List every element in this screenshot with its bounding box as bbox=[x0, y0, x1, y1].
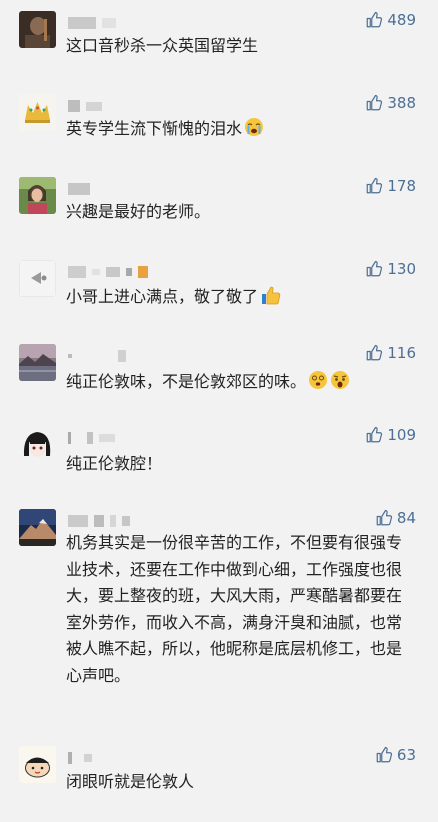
thumbs-up-icon bbox=[367, 94, 383, 111]
crying-emoji-icon bbox=[245, 118, 264, 136]
comment-text: 纯正伦敦味，不是伦敦郊区的味。 bbox=[66, 372, 307, 391]
thumbs-up-icon bbox=[376, 746, 393, 763]
nickname-blurred bbox=[68, 99, 102, 113]
like-button[interactable]: 63 bbox=[375, 746, 416, 764]
comment-text: 纯正伦敦腔！ bbox=[66, 454, 163, 473]
dizzy-face-emoji-icon bbox=[309, 371, 328, 389]
comment-item: 388 英专学生流下惭愧的泪水 bbox=[0, 94, 438, 164]
comment-item: 178 兴趣是最好的老师。 bbox=[0, 177, 438, 247]
like-button[interactable]: 178 bbox=[365, 177, 416, 195]
comment-item: 63 闭眼听就是伦敦人 bbox=[0, 746, 438, 816]
comment-text: 闭眼听就是伦敦人 bbox=[66, 772, 195, 791]
comment-text: 兴趣是最好的老师。 bbox=[66, 202, 211, 221]
like-button[interactable]: 489 bbox=[365, 11, 416, 29]
thumbs-up-icon bbox=[367, 426, 383, 443]
avatar[interactable] bbox=[19, 344, 56, 381]
comment-item: 130 小哥上进心满点，敬了敬了 bbox=[0, 260, 438, 330]
avatar[interactable] bbox=[19, 746, 56, 783]
nickname-blurred bbox=[68, 265, 148, 279]
avatar[interactable] bbox=[19, 260, 56, 297]
thumbs-up-icon bbox=[367, 344, 383, 361]
avatar[interactable] bbox=[19, 509, 56, 546]
comment-text-row: 小哥上进心满点，敬了敬了 bbox=[66, 283, 418, 310]
comment-item: 84 机务其实是一份很辛苦的工作，不但要有很强专业技术，还要在工作中做到心细，工… bbox=[0, 509, 438, 724]
thumbs-up-emoji-icon bbox=[262, 286, 281, 305]
like-count: 388 bbox=[387, 94, 416, 112]
thumbs-up-icon bbox=[376, 509, 393, 526]
avatar[interactable] bbox=[19, 11, 56, 48]
nickname-blurred bbox=[68, 182, 90, 196]
like-count: 130 bbox=[387, 260, 416, 278]
like-button[interactable]: 388 bbox=[365, 94, 416, 112]
nickname-blurred bbox=[68, 16, 116, 30]
comment-text: 机务其实是一份很辛苦的工作，不但要有很强专业技术，还要在工作中做到心细，工作强度… bbox=[66, 533, 403, 685]
like-button[interactable]: 109 bbox=[365, 426, 416, 444]
avatar[interactable] bbox=[19, 94, 56, 131]
like-count: 489 bbox=[387, 11, 416, 29]
comment-feed: 489 这口音秒杀一众英国留学生 388 英专学生流下惭愧的泪水 178 兴趣是… bbox=[0, 0, 438, 822]
comment-item: 489 这口音秒杀一众英国留学生 bbox=[0, 11, 438, 81]
comment-text-row: 英专学生流下惭愧的泪水 bbox=[66, 115, 418, 142]
like-button[interactable]: 84 bbox=[375, 509, 416, 527]
comment-text: 英专学生流下惭愧的泪水 bbox=[66, 119, 243, 138]
thumbs-up-icon bbox=[367, 177, 383, 194]
comment-item: 109 纯正伦敦腔！ bbox=[0, 426, 438, 496]
comment-text-row: 纯正伦敦味，不是伦敦郊区的味。 bbox=[66, 368, 418, 395]
like-button[interactable]: 130 bbox=[365, 260, 416, 278]
like-count: 109 bbox=[387, 426, 416, 444]
avatar[interactable] bbox=[19, 426, 56, 463]
like-count: 63 bbox=[396, 746, 416, 764]
like-button[interactable]: 116 bbox=[365, 344, 416, 362]
avatar[interactable] bbox=[19, 177, 56, 214]
nickname-blurred bbox=[68, 349, 126, 363]
comment-text: 这口音秒杀一众英国留学生 bbox=[66, 36, 259, 55]
comment-text: 小哥上进心满点，敬了敬了 bbox=[66, 287, 259, 306]
comment-item: 116 纯正伦敦味，不是伦敦郊区的味。 bbox=[0, 344, 438, 414]
like-count: 116 bbox=[387, 344, 416, 362]
shocked-face-emoji-icon bbox=[331, 371, 350, 389]
thumbs-up-icon bbox=[367, 11, 383, 28]
thumbs-up-icon bbox=[367, 260, 383, 277]
nickname-blurred bbox=[68, 514, 130, 528]
like-count: 178 bbox=[387, 177, 416, 195]
nickname-blurred bbox=[68, 431, 115, 445]
nickname-blurred bbox=[68, 751, 92, 765]
like-count: 84 bbox=[396, 509, 416, 527]
